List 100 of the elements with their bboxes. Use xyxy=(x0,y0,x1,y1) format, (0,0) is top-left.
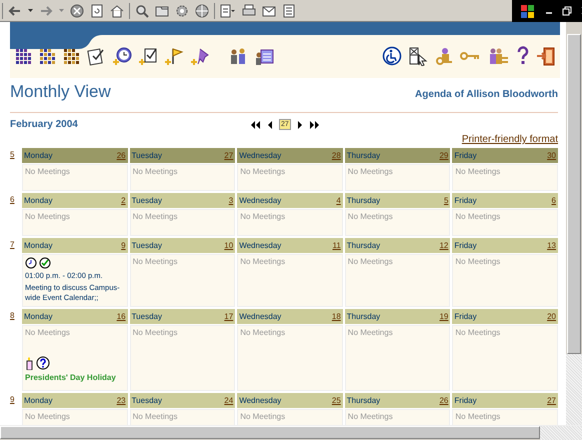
date-link[interactable]: 27 xyxy=(224,150,234,160)
date-link[interactable]: 11 xyxy=(332,240,341,250)
no-meetings-text: No Meetings xyxy=(240,167,286,177)
weekday-label: Thursday xyxy=(346,396,380,406)
add-flag-icon[interactable] xyxy=(164,46,184,66)
weekday-label: Thursday xyxy=(346,150,380,160)
date-link[interactable]: 30 xyxy=(547,150,556,160)
weekday-label: Tuesday xyxy=(132,240,162,250)
vertical-scrollbar[interactable] xyxy=(566,22,582,425)
printer-icon[interactable] xyxy=(241,2,257,18)
weekday-label: Friday xyxy=(454,240,477,250)
date-link[interactable]: 28 xyxy=(332,150,341,160)
accessibility-icon[interactable] xyxy=(382,46,402,66)
no-meetings-text: No Meetings xyxy=(240,257,286,267)
pointer-window-icon[interactable] xyxy=(408,46,428,66)
checklist-icon[interactable] xyxy=(86,46,106,66)
no-meetings-text: No Meetings xyxy=(132,167,179,177)
date-link[interactable]: 9 xyxy=(121,240,126,250)
weekday-label: Wednesday xyxy=(239,150,282,160)
date-link[interactable]: 12 xyxy=(439,240,448,250)
add-pushpin-icon[interactable] xyxy=(190,46,210,66)
page-title: Monthly View xyxy=(10,82,111,102)
printer-friendly-link[interactable]: Printer-friendly format xyxy=(462,134,558,145)
double-right-arrow-icon[interactable] xyxy=(308,120,320,130)
no-meetings-text: No Meetings xyxy=(348,257,394,267)
date-link[interactable]: 10 xyxy=(224,240,234,250)
week-number-link[interactable]: 6 xyxy=(10,193,20,208)
date-link[interactable]: 26 xyxy=(439,396,448,406)
weekday-label: Monday xyxy=(24,396,52,406)
date-link[interactable]: 13 xyxy=(547,240,556,250)
date-link[interactable]: 3 xyxy=(228,196,234,206)
refresh-icon[interactable] xyxy=(89,2,105,18)
month-label: February 2004 xyxy=(10,119,79,130)
date-link[interactable]: 5 xyxy=(444,196,448,206)
week-number-link[interactable]: 5 xyxy=(10,148,20,163)
date-link[interactable]: 23 xyxy=(116,396,126,406)
date-link[interactable]: 24 xyxy=(224,396,234,406)
weekday-label: Friday xyxy=(454,150,477,160)
weekday-label: Monday xyxy=(24,240,52,250)
weekday-label: Thursday xyxy=(346,240,380,250)
horizontal-scrollbar[interactable] xyxy=(0,425,582,440)
date-link[interactable]: 18 xyxy=(332,312,341,322)
date-link[interactable]: 6 xyxy=(552,196,556,206)
date-link[interactable]: 25 xyxy=(332,396,341,406)
exit-door-icon[interactable] xyxy=(536,46,556,66)
no-meetings-text: No Meetings xyxy=(240,212,286,222)
no-meetings-text: No Meetings xyxy=(25,328,71,338)
grid-calendar-icon[interactable] xyxy=(62,46,80,66)
no-meetings-text: No Meetings xyxy=(348,212,394,222)
weekday-label: Thursday xyxy=(346,196,380,206)
date-link[interactable]: 26 xyxy=(116,150,126,160)
no-meetings-text: No Meetings xyxy=(455,328,502,338)
search-icon[interactable] xyxy=(134,2,150,18)
add-checklist-icon[interactable] xyxy=(138,46,158,66)
help-icon[interactable] xyxy=(516,46,530,66)
week-number-link[interactable]: 7 xyxy=(10,238,20,253)
weekday-label: Thursday xyxy=(346,312,380,322)
week-number-link[interactable]: 9 xyxy=(10,393,20,408)
grid-calendar-icon[interactable] xyxy=(38,46,56,66)
no-meetings-text: No Meetings xyxy=(348,328,394,338)
no-meetings-text: No Meetings xyxy=(25,167,71,177)
weekday-label: Tuesday xyxy=(132,150,162,160)
right-arrow-icon[interactable] xyxy=(296,120,303,130)
document-icon[interactable] xyxy=(281,2,297,18)
double-left-arrow-icon[interactable] xyxy=(250,120,261,130)
add-clock-icon[interactable] xyxy=(112,46,132,66)
question-icon[interactable] xyxy=(36,356,50,370)
date-link[interactable]: 16 xyxy=(116,312,126,322)
people-icon[interactable] xyxy=(228,46,248,66)
weekday-label: Friday xyxy=(454,396,477,406)
checkmark-icon[interactable] xyxy=(39,257,51,269)
date-link[interactable]: 20 xyxy=(547,312,556,322)
clock-icon[interactable] xyxy=(25,257,37,269)
no-meetings-text: No Meetings xyxy=(455,212,502,222)
date-link[interactable]: 27 xyxy=(547,396,556,406)
globe-icon[interactable] xyxy=(194,2,210,18)
agenda-owner: Agenda of Allison Bloodworth xyxy=(415,89,558,100)
stop-icon[interactable] xyxy=(69,2,85,18)
weekday-label: Tuesday xyxy=(132,312,162,322)
no-meetings-text: No Meetings xyxy=(348,167,394,177)
weekday-label: Friday xyxy=(454,312,477,322)
home-icon[interactable] xyxy=(109,2,125,18)
left-arrow-icon[interactable] xyxy=(267,120,273,130)
date-link[interactable]: 29 xyxy=(439,150,448,160)
candle-icon[interactable] xyxy=(25,356,34,370)
people-list-icon[interactable] xyxy=(488,46,510,66)
date-link[interactable]: 4 xyxy=(336,196,341,206)
document-edit-icon[interactable] xyxy=(219,2,237,18)
windows-logo-icon xyxy=(520,2,536,18)
person-key-icon[interactable] xyxy=(434,46,454,66)
weekday-label: Monday xyxy=(24,312,52,322)
weekday-label: Wednesday xyxy=(239,312,282,322)
date-link[interactable]: 17 xyxy=(224,312,234,322)
grid-calendar-icon[interactable] xyxy=(14,46,32,66)
gear-icon[interactable] xyxy=(174,2,190,18)
week-number-link[interactable]: 8 xyxy=(10,309,20,324)
no-meetings-text: No Meetings xyxy=(132,412,179,422)
restore-icon[interactable] xyxy=(562,4,572,16)
date-link[interactable]: 19 xyxy=(439,312,448,322)
date-link[interactable]: 2 xyxy=(121,196,126,206)
